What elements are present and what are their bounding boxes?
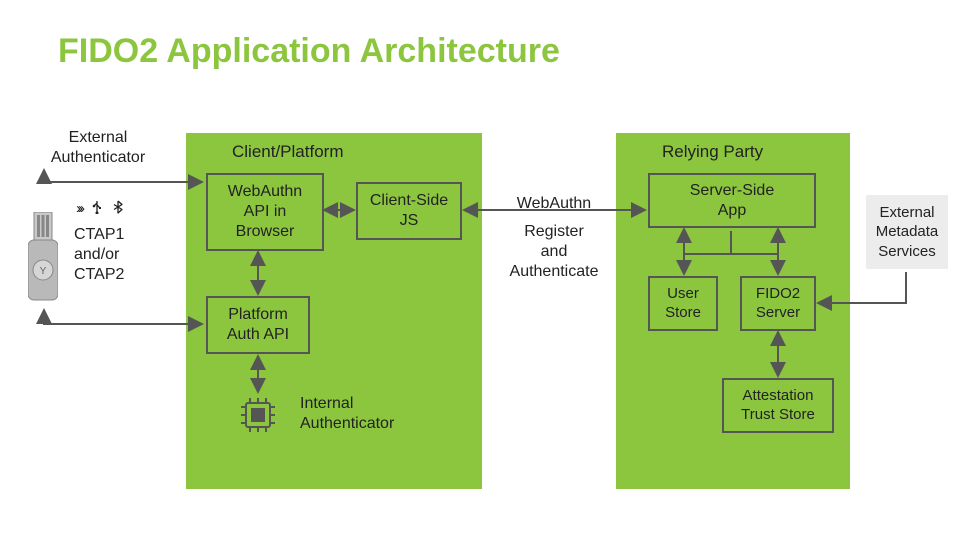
internal-auth-label: InternalAuthenticator [300, 394, 420, 434]
webauthn-protocol-label: WebAuthn [504, 194, 604, 214]
svg-text:Y: Y [40, 266, 47, 277]
client-side-js-box: Client-SideJS [356, 182, 462, 240]
bluetooth-icon [112, 200, 124, 217]
nfc-icon: ››› [76, 200, 82, 217]
attestation-trust-store-box: AttestationTrust Store [722, 378, 834, 433]
client-platform-label: Client/Platform [232, 142, 343, 162]
security-key-icon: Y [28, 212, 58, 312]
usb-icon [90, 200, 104, 217]
server-side-app-box: Server-SideApp [648, 173, 816, 228]
platform-auth-api-box: PlatformAuth API [206, 296, 310, 354]
page-title: FIDO2 Application Architecture [58, 32, 560, 71]
register-auth-label: RegisterandAuthenticate [504, 222, 604, 282]
fido2-server-box: FIDO2Server [740, 276, 816, 331]
external-metadata-services-box: ExternalMetadataServices [866, 195, 948, 269]
chip-icon [238, 395, 278, 435]
webauthn-api-box: WebAuthnAPI inBrowser [206, 173, 324, 251]
ctap-label: CTAP1and/orCTAP2 [74, 225, 164, 285]
external-auth-label: ExternalAuthenticator [38, 128, 158, 168]
connectivity-icons: ››› [76, 200, 124, 217]
relying-party-label: Relying Party [662, 142, 763, 162]
user-store-box: UserStore [648, 276, 718, 331]
